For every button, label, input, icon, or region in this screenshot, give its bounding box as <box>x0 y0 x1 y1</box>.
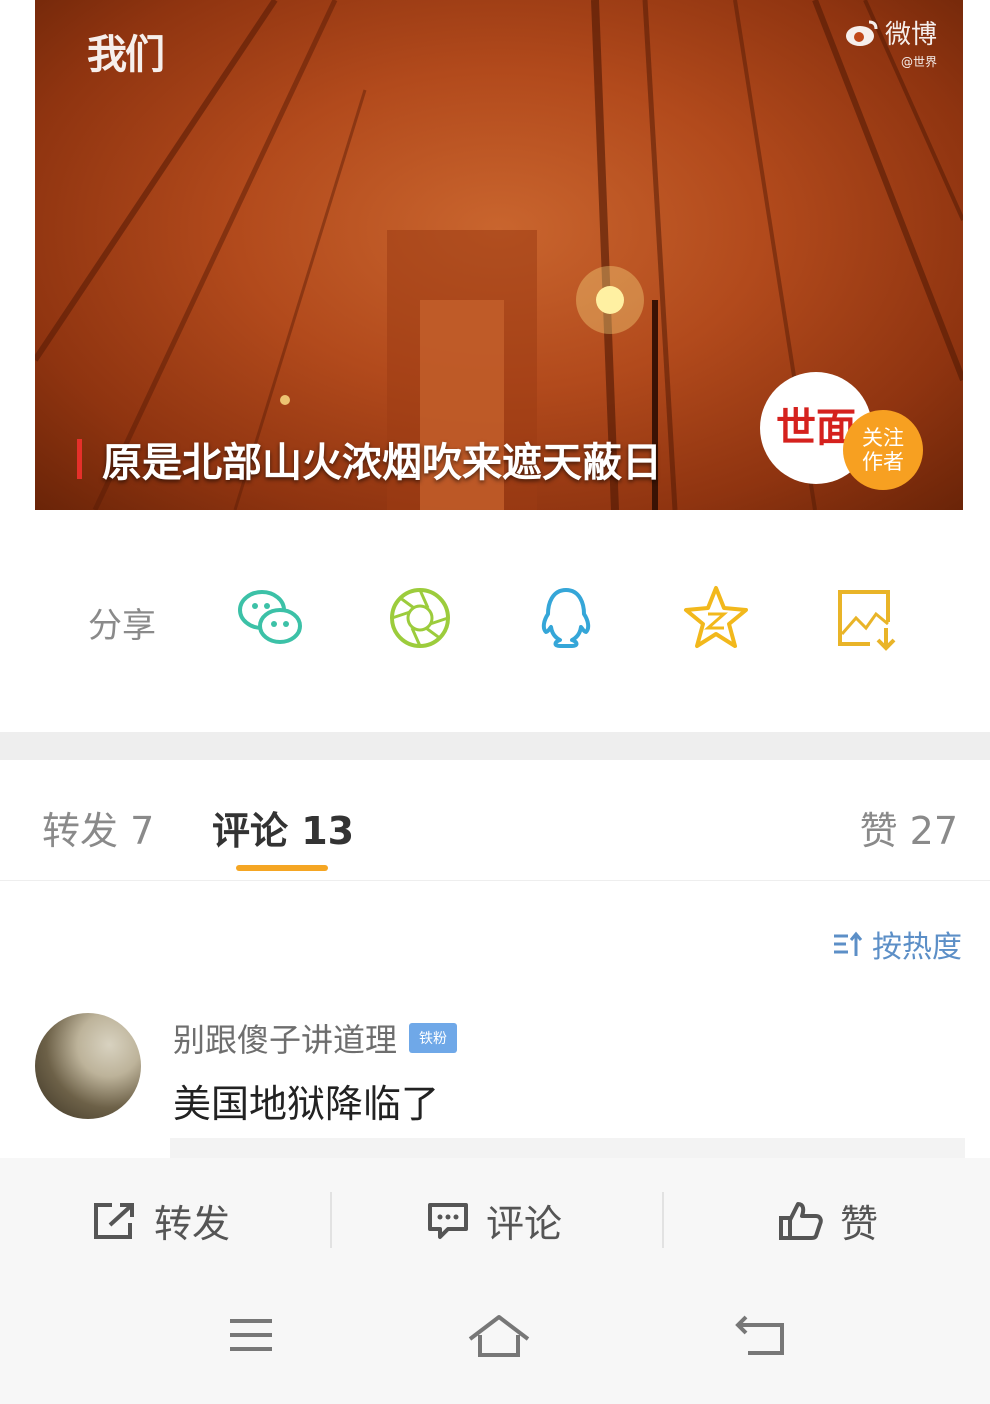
sort-by-hot-button[interactable]: 按热度 <box>832 922 962 966</box>
follow-author-button[interactable]: 关注 作者 <box>843 410 923 490</box>
share-row: 分享 <box>0 570 990 670</box>
moments-icon[interactable] <box>384 582 456 654</box>
watermark-logo: 我们 <box>87 32 165 78</box>
repost-icon <box>94 1202 134 1239</box>
caption-marker <box>77 439 82 479</box>
weibo-watermark: 微博 @世界 <box>845 14 937 70</box>
comment-icon <box>428 1202 468 1239</box>
active-tab-indicator <box>236 865 328 871</box>
tab-reposts[interactable]: 转发 7 <box>42 800 154 855</box>
comment-username-row: 别跟傻子讲道理 铁粉 <box>173 1015 458 1061</box>
home-icon[interactable] <box>466 1313 532 1359</box>
share-label: 分享 <box>88 606 156 646</box>
back-icon[interactable] <box>734 1313 788 1359</box>
section-divider <box>0 732 990 760</box>
repost-label: 转发 <box>154 1202 231 1246</box>
caption-text: 原是北部山火浓烟吹来遮天蔽日 <box>102 440 662 486</box>
thumbs-up-icon <box>779 1201 823 1240</box>
comment-username[interactable]: 别跟傻子讲道理 <box>173 1015 397 1061</box>
comment-label: 评论 <box>486 1202 563 1246</box>
comment-item: 别跟傻子讲道理 铁粉 美国地狱降临了 <box>0 1005 990 1155</box>
video-player[interactable]: 我们 微博 @世界 原是北部山火浓烟吹来遮天蔽日 世面 关注 作者 <box>35 0 963 510</box>
sort-label: 按热度 <box>872 930 962 965</box>
fan-badge: 铁粉 <box>409 1023 458 1053</box>
follow-line-2: 作者 <box>862 450 904 474</box>
system-nav-bar <box>0 1283 990 1404</box>
menu-icon[interactable] <box>226 1313 276 1357</box>
action-divider <box>330 1192 332 1248</box>
avatar[interactable] <box>35 1013 141 1119</box>
weibo-watermark-sub: @世界 <box>900 55 937 69</box>
weibo-eye-icon <box>845 20 878 46</box>
repost-button[interactable]: 转发 <box>92 1158 230 1283</box>
qzone-icon[interactable] <box>680 582 752 654</box>
tab-comments[interactable]: 评论 13 <box>212 800 354 855</box>
like-label: 赞 <box>840 1202 879 1246</box>
qq-icon[interactable] <box>530 582 602 654</box>
like-button[interactable]: 赞 <box>778 1158 878 1283</box>
comment-button[interactable]: 评论 <box>426 1158 562 1283</box>
video-caption: 原是北部山火浓烟吹来遮天蔽日 <box>77 430 662 488</box>
wechat-icon[interactable] <box>234 582 306 654</box>
save-image-icon[interactable] <box>830 582 902 654</box>
tab-likes[interactable]: 赞 27 <box>860 800 958 855</box>
action-divider <box>662 1192 664 1248</box>
weibo-watermark-text: 微博 <box>884 20 937 50</box>
interaction-tabs: 转发 7 评论 13 赞 27 <box>0 760 990 881</box>
comment-text: 美国地狱降临了 <box>173 1082 440 1126</box>
sort-icon <box>834 931 863 956</box>
action-bar: 转发 评论 赞 <box>0 1158 990 1283</box>
follow-line-1: 关注 <box>862 426 904 450</box>
